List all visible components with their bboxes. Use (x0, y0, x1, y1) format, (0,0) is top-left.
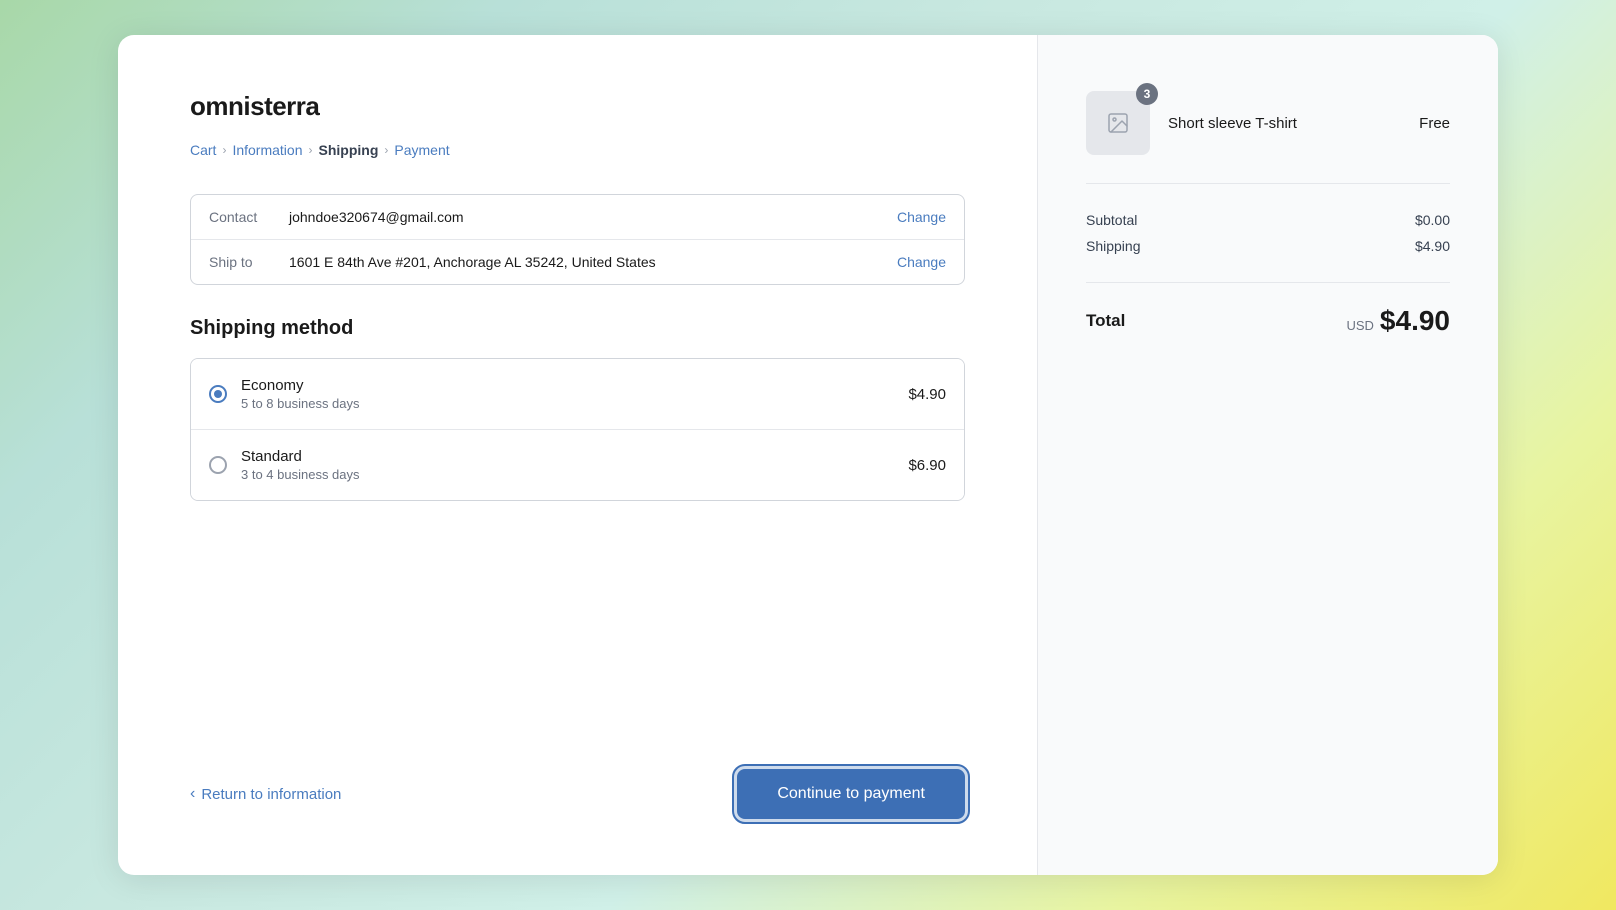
standard-days: 3 to 4 business days (241, 467, 908, 482)
contact-row: Contact johndoe320674@gmail.com Change (191, 195, 964, 239)
right-panel: 3 Short sleeve T-shirt Free Subtotal $0.… (1038, 35, 1498, 875)
breadcrumb-cart[interactable]: Cart (190, 142, 216, 158)
store-name: omnisterra (190, 91, 965, 122)
breadcrumb-payment: Payment (394, 142, 449, 158)
contact-label: Contact (209, 209, 289, 225)
subtotal-label: Subtotal (1086, 212, 1137, 228)
standard-name: Standard (241, 448, 908, 465)
total-label: Total (1086, 311, 1125, 331)
product-price: Free (1419, 115, 1450, 132)
shipping-value: $4.90 (1415, 238, 1450, 254)
shipping-option-standard[interactable]: Standard 3 to 4 business days $6.90 (191, 429, 964, 500)
breadcrumb-sep-2: › (309, 143, 313, 157)
left-panel: omnisterra Cart › Information › Shipping… (118, 35, 1038, 875)
contact-change-button[interactable]: Change (897, 209, 946, 225)
product-image-wrap: 3 (1086, 91, 1150, 155)
subtotal-row: Subtotal $0.00 (1086, 212, 1450, 228)
total-amount: $4.90 (1380, 305, 1450, 337)
breadcrumb: Cart › Information › Shipping › Payment (190, 142, 965, 158)
standard-info: Standard 3 to 4 business days (241, 448, 908, 482)
product-name: Short sleeve T-shirt (1168, 115, 1401, 132)
breadcrumb-information[interactable]: Information (232, 142, 302, 158)
radio-standard[interactable] (209, 456, 227, 474)
return-to-information-button[interactable]: ‹ Return to information (190, 786, 341, 803)
shipping-label: Shipping (1086, 238, 1141, 254)
standard-price: $6.90 (908, 457, 946, 474)
breadcrumb-sep-3: › (384, 143, 388, 157)
shipping-row: Shipping $4.90 (1086, 238, 1450, 254)
summary-divider (1086, 282, 1450, 283)
subtotal-value: $0.00 (1415, 212, 1450, 228)
contact-value: johndoe320674@gmail.com (289, 209, 897, 225)
economy-info: Economy 5 to 8 business days (241, 377, 908, 411)
shipping-method-title: Shipping method (190, 317, 965, 340)
product-badge: 3 (1136, 83, 1158, 105)
return-label: Return to information (201, 786, 341, 803)
ship-to-label: Ship to (209, 254, 289, 270)
breadcrumb-sep-1: › (222, 143, 226, 157)
breadcrumb-shipping: Shipping (319, 142, 379, 158)
ship-to-row: Ship to 1601 E 84th Ave #201, Anchorage … (191, 239, 964, 284)
ship-to-change-button[interactable]: Change (897, 254, 946, 270)
total-currency: USD (1346, 318, 1373, 333)
radio-economy[interactable] (209, 385, 227, 403)
continue-to-payment-button[interactable]: Continue to payment (737, 769, 965, 819)
product-row: 3 Short sleeve T-shirt Free (1086, 91, 1450, 184)
economy-price: $4.90 (908, 386, 946, 403)
ship-to-value: 1601 E 84th Ave #201, Anchorage AL 35242… (289, 254, 897, 270)
actions-row: ‹ Return to information Continue to paym… (190, 769, 965, 819)
total-row: Total USD $4.90 (1086, 305, 1450, 337)
shipping-option-economy[interactable]: Economy 5 to 8 business days $4.90 (191, 359, 964, 429)
info-box: Contact johndoe320674@gmail.com Change S… (190, 194, 965, 285)
return-chevron-icon: ‹ (190, 786, 195, 802)
main-card: omnisterra Cart › Information › Shipping… (118, 35, 1498, 875)
total-amount-wrap: USD $4.90 (1346, 305, 1450, 337)
economy-days: 5 to 8 business days (241, 396, 908, 411)
economy-name: Economy (241, 377, 908, 394)
shipping-options: Economy 5 to 8 business days $4.90 Stand… (190, 358, 965, 501)
